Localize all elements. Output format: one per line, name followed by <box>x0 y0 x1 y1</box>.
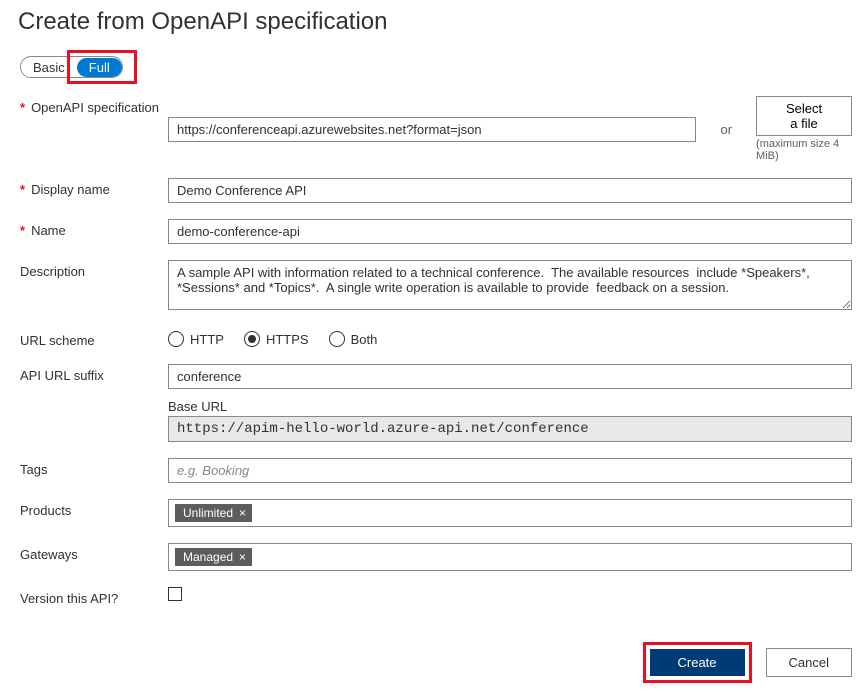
select-file-button[interactable]: Select a file <box>756 96 852 136</box>
product-chip-label: Unlimited <box>183 506 233 520</box>
product-chip: Unlimited × <box>175 504 252 522</box>
label-description: Description <box>20 264 85 279</box>
tags-input[interactable] <box>168 458 852 483</box>
radio-https-label: HTTPS <box>266 332 309 347</box>
label-version: Version this API? <box>20 591 118 606</box>
radio-https[interactable]: HTTPS <box>244 331 309 347</box>
gateway-chip-label: Managed <box>183 550 233 564</box>
remove-chip-icon[interactable]: × <box>237 550 248 564</box>
api-url-suffix-input[interactable] <box>168 364 852 389</box>
radio-circle-checked-icon <box>244 331 260 347</box>
required-marker: * <box>20 182 25 197</box>
label-display-name: Display name <box>31 182 110 197</box>
name-input[interactable] <box>168 219 852 244</box>
required-marker: * <box>20 100 25 115</box>
label-openapi-spec: OpenAPI specification <box>31 100 159 115</box>
description-textarea[interactable]: A sample API with information related to… <box>168 260 852 310</box>
page-title: Create from OpenAPI specification <box>0 0 862 46</box>
label-url-scheme: URL scheme <box>20 333 95 348</box>
products-input[interactable]: Unlimited × <box>168 499 852 527</box>
label-gateways: Gateways <box>20 547 78 562</box>
radio-both-label: Both <box>351 332 378 347</box>
radio-http-label: HTTP <box>190 332 224 347</box>
display-name-input[interactable] <box>168 178 852 203</box>
gateways-input[interactable]: Managed × <box>168 543 852 571</box>
required-marker: * <box>20 223 25 238</box>
version-checkbox[interactable] <box>168 587 182 601</box>
label-tags: Tags <box>20 462 47 477</box>
label-name: Name <box>31 223 66 238</box>
or-text: or <box>710 122 742 137</box>
label-products: Products <box>20 503 71 518</box>
highlight-box <box>67 50 137 84</box>
label-base-url: Base URL <box>168 399 852 414</box>
max-size-hint: (maximum size 4 MiB) <box>756 138 852 162</box>
base-url-readonly: https://apim-hello-world.azure-api.net/c… <box>168 416 852 442</box>
create-button[interactable]: Create <box>650 649 745 676</box>
label-api-url-suffix: API URL suffix <box>20 368 104 383</box>
radio-circle-icon <box>168 331 184 347</box>
highlight-box: Create <box>643 642 752 683</box>
view-toggle: Basic Full <box>20 56 123 78</box>
radio-circle-icon <box>329 331 345 347</box>
remove-chip-icon[interactable]: × <box>237 506 248 520</box>
radio-http[interactable]: HTTP <box>168 331 224 347</box>
gateway-chip: Managed × <box>175 548 252 566</box>
openapi-spec-input[interactable] <box>168 117 696 142</box>
cancel-button[interactable]: Cancel <box>766 648 852 677</box>
radio-both[interactable]: Both <box>329 331 378 347</box>
